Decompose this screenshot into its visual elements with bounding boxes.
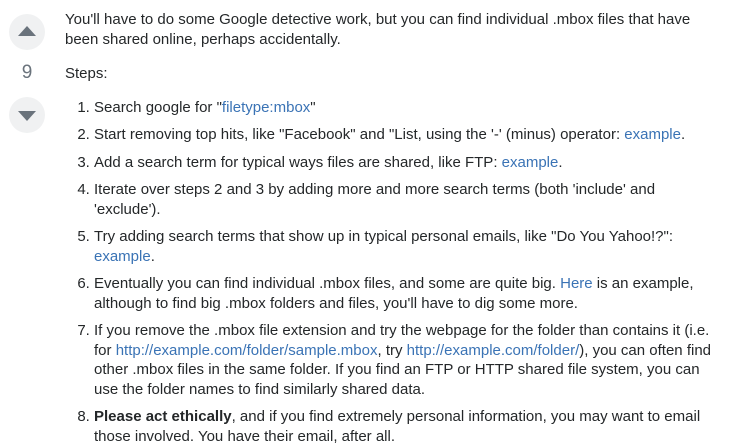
step-text: Search google for " (94, 98, 222, 116)
list-item: Please act ethically, and if you find ex… (94, 407, 725, 443)
step-text: Iterate over steps 2 and 3 by adding mor… (94, 181, 656, 218)
ethics-bold: Please act ethically (94, 408, 232, 425)
step-link[interactable]: http://example.com/folder/sample.mbox (116, 342, 378, 359)
arrow-up-icon (18, 26, 36, 36)
answer-post: 9 You'll have to do some Google detectiv… (0, 0, 742, 443)
step-text: . (558, 153, 563, 171)
list-item: Iterate over steps 2 and 3 by adding mor… (94, 180, 725, 219)
list-item: Try adding search terms that show up in … (94, 227, 725, 266)
vote-count: 9 (21, 62, 33, 83)
steps-list: Search google for "filetype:mbox" Start … (65, 98, 725, 443)
list-item: Eventually you can find individual .mbox… (94, 274, 725, 313)
step-text: " (310, 98, 316, 116)
step-link[interactable]: filetype:mbox (222, 99, 310, 116)
list-item: Search google for "filetype:mbox" (94, 98, 725, 118)
list-item: Add a search term for typical ways files… (94, 153, 725, 173)
step-link[interactable]: http://example.com/folder/ (407, 342, 580, 359)
step-link[interactable]: example (502, 154, 559, 171)
post-body: You'll have to do some Google detective … (65, 10, 725, 443)
step-link[interactable]: Here (560, 275, 593, 292)
step-text: Add a search term for typical ways files… (94, 153, 502, 171)
intro-paragraph: You'll have to do some Google detective … (65, 11, 691, 48)
step-link[interactable]: example (94, 248, 151, 265)
arrow-down-icon (18, 111, 36, 121)
step-text: . (150, 247, 155, 265)
step-text: Start removing top hits, like "Facebook"… (94, 126, 625, 143)
list-item: If you remove the .mbox file extension a… (94, 321, 725, 399)
list-item: Start removing top hits, like "Facebook"… (94, 125, 725, 145)
upvote-button[interactable] (9, 14, 45, 50)
step-text: Try adding search terms that show up in … (94, 228, 674, 245)
step-text: , try (377, 341, 407, 359)
step-link[interactable]: example (624, 126, 681, 143)
step-text: Eventually you can find individual .mbox… (94, 275, 561, 292)
downvote-button[interactable] (9, 97, 45, 133)
steps-label: Steps: (65, 65, 108, 82)
step-text: . (680, 126, 686, 143)
